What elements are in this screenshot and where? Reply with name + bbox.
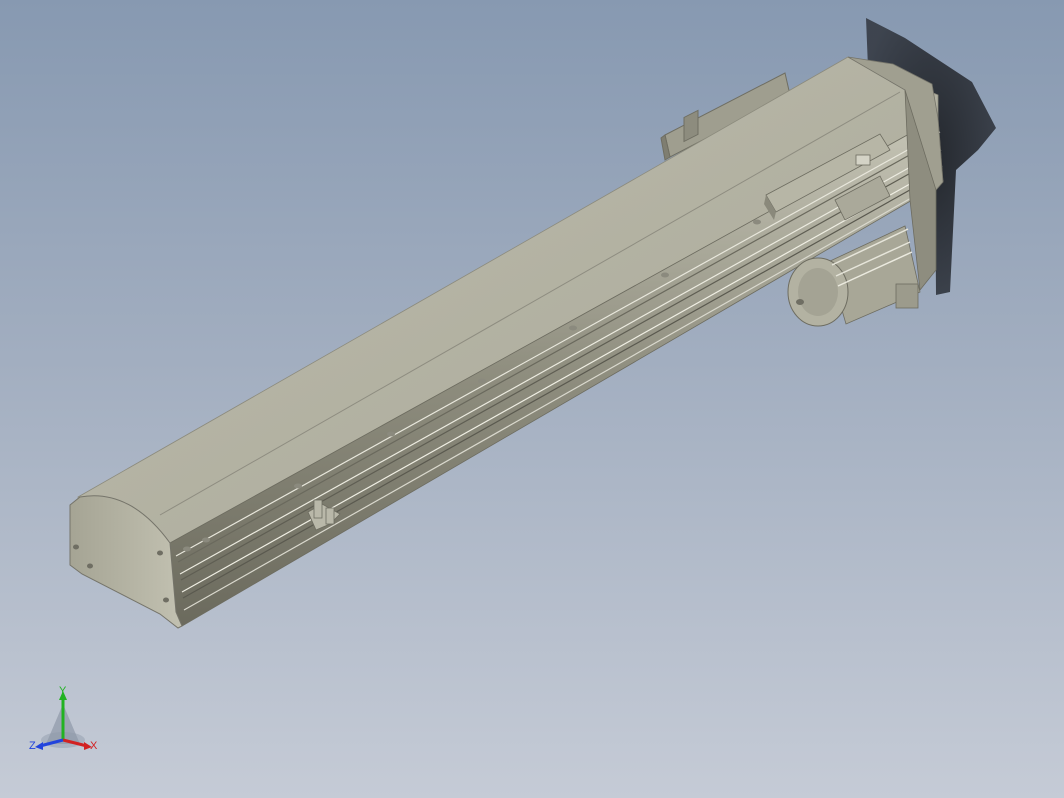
top-seam-line	[159, 91, 901, 516]
triad-y-label: Y	[59, 685, 67, 697]
coordinate-triad: Y X Z	[24, 682, 114, 762]
linear-actuator-model[interactable]	[0, 0, 1064, 798]
triad-x-label: X	[90, 740, 98, 752]
triad-z-label: Z	[29, 740, 36, 752]
triad-axes-icon	[35, 691, 92, 750]
cad-3d-viewport[interactable]: Y X Z	[0, 0, 1064, 798]
